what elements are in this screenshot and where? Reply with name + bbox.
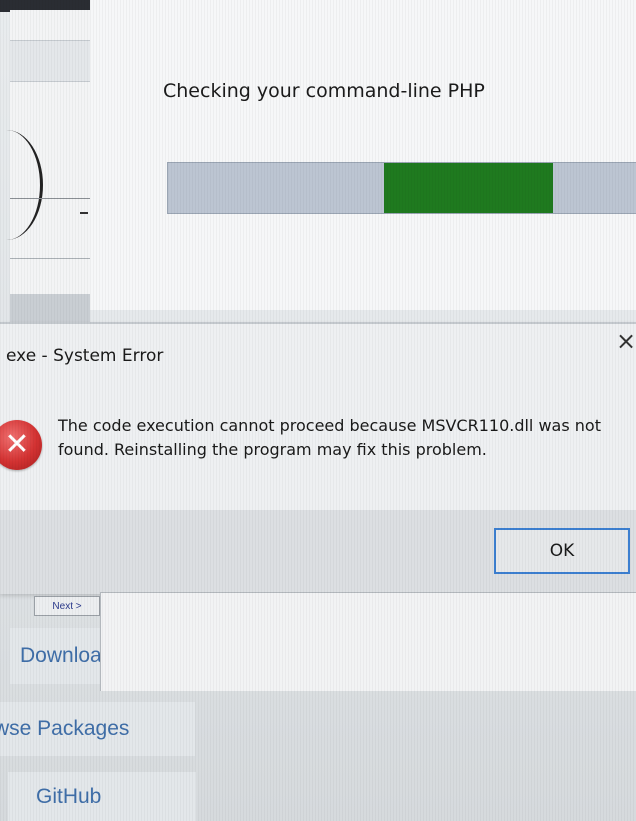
installer-window: Checking your command-line PHP — [90, 0, 636, 325]
minimize-dash — [80, 212, 88, 214]
installer-status-text: Checking your command-line PHP — [163, 80, 485, 102]
logo-arc — [0, 130, 43, 240]
divider — [10, 258, 90, 259]
ok-button[interactable]: OK — [494, 528, 630, 574]
background-window — [100, 592, 636, 691]
nav-browse-packages-link[interactable]: wse Packages — [0, 702, 195, 756]
dialog-title: exe - System Error — [6, 346, 164, 366]
divider — [10, 198, 90, 199]
screen: Checking your command-line PHP exe - Sys… — [0, 0, 636, 821]
progress-fill — [384, 163, 554, 213]
dialog-message: The code execution cannot proceed becaus… — [58, 416, 601, 459]
close-icon[interactable]: × — [616, 326, 636, 356]
error-dialog: exe - System Error × ✕ The code executio… — [0, 322, 636, 594]
next-button[interactable]: Next > — [34, 596, 100, 616]
panel-strip — [10, 40, 90, 82]
nav-github-link[interactable]: GitHub — [8, 772, 196, 821]
background-left-panel — [10, 10, 91, 330]
nav-download-link[interactable]: Downloa — [10, 628, 100, 684]
progress-bar — [167, 162, 636, 214]
error-icon: ✕ — [0, 420, 42, 470]
